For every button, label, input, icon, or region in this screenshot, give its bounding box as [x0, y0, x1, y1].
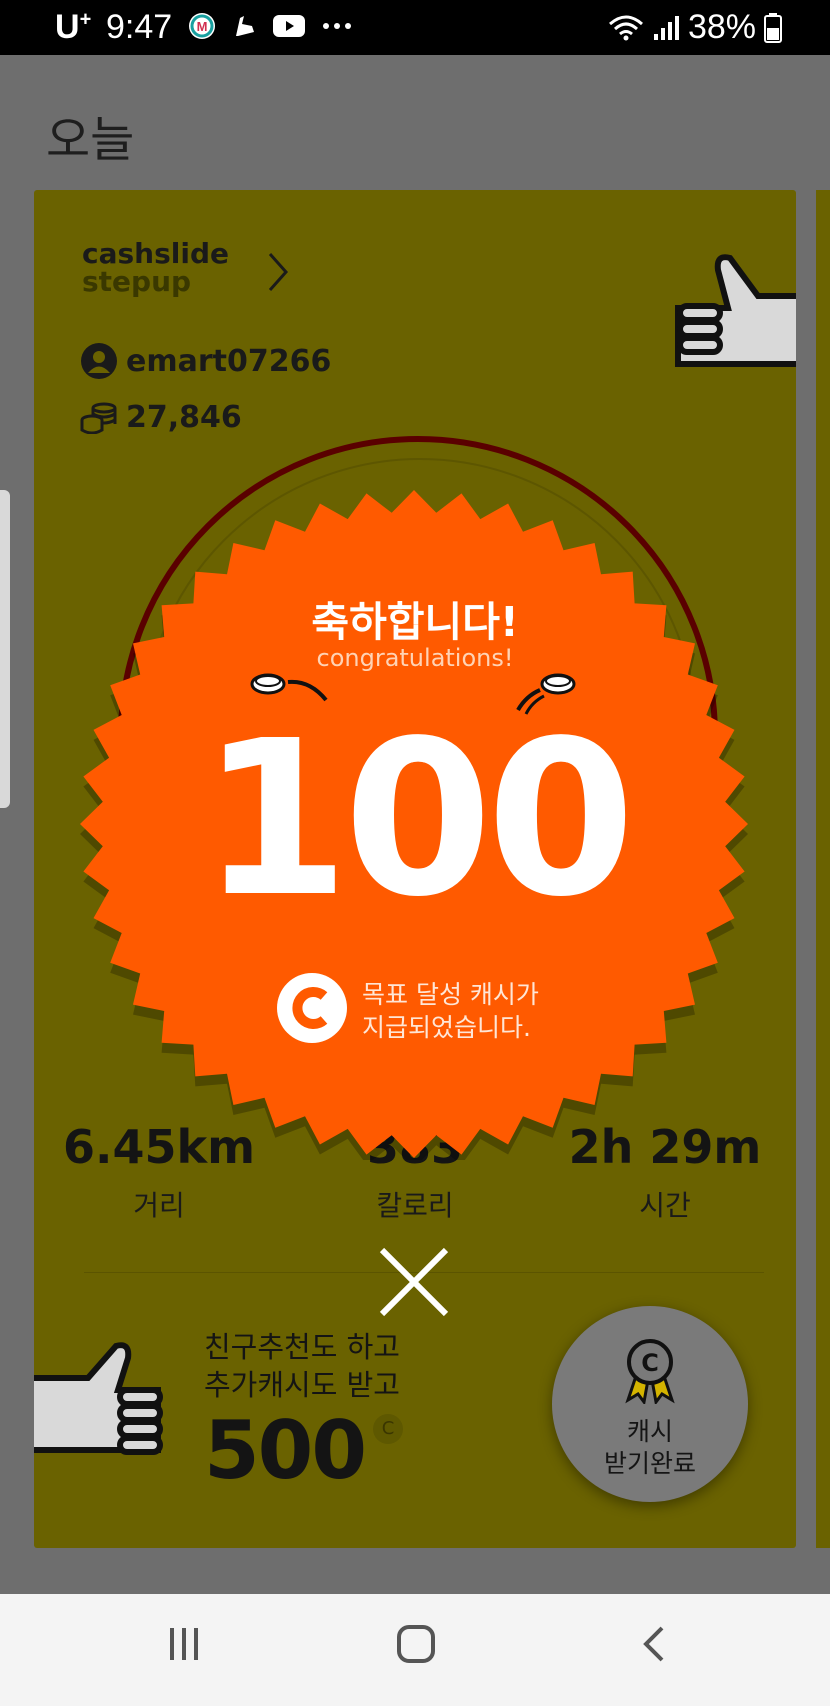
- user-avatar-icon: [81, 343, 117, 379]
- carrier-label: U+: [55, 8, 92, 46]
- claim-label-line1: 캐시: [626, 1417, 673, 1446]
- back-icon[interactable]: [634, 1624, 674, 1664]
- wifi-icon: [608, 15, 643, 40]
- system-nav-bar: [0, 1594, 830, 1706]
- claim-label-line2: 받기완료: [603, 1449, 696, 1478]
- metro-app-icon: M: [189, 13, 215, 39]
- system-status: 38%: [608, 8, 782, 47]
- recent-apps-icon[interactable]: [164, 1624, 204, 1664]
- user-info: emart07266: [80, 342, 331, 380]
- congrats-title: 축하합니다!: [311, 598, 519, 646]
- clock: 9:47: [106, 8, 173, 46]
- page-title: 오늘: [46, 112, 135, 168]
- referral-line1: 친구추천도 하고: [204, 1330, 400, 1364]
- claim-cash-button[interactable]: C 캐시 받기완료: [552, 1306, 748, 1502]
- battery-percent: 38%: [687, 8, 756, 46]
- svg-text:C: C: [641, 1349, 659, 1377]
- points-info: 27,846: [80, 400, 242, 435]
- thumbs-up-small-icon: [34, 1342, 163, 1455]
- status-bar: U+ 9:47 M 38%: [0, 0, 830, 55]
- reward-message: 목표 달성 캐시가 지급되었습니다.: [362, 980, 539, 1042]
- cash-coin-large-icon: [277, 973, 347, 1043]
- cash-coin-icon: C: [373, 1414, 403, 1444]
- home-icon[interactable]: [396, 1624, 436, 1664]
- youtube-icon: [273, 15, 305, 37]
- award-ribbon-icon: C: [625, 1339, 675, 1404]
- thumbs-up-icon: [675, 254, 796, 367]
- signal-icon: [653, 15, 679, 40]
- username: emart07266: [126, 343, 332, 379]
- battery-icon: [764, 12, 782, 43]
- referral-line2: 추가캐시도 받고: [204, 1368, 400, 1402]
- referral-amount: 500: [204, 1404, 367, 1497]
- close-icon[interactable]: [376, 1244, 452, 1320]
- shoe-app-icon: [236, 16, 254, 36]
- referral-promo[interactable]: 친구추천도 하고 추가캐시도 받고 500 C: [204, 1328, 403, 1497]
- congrats-subtitle: congratulations!: [316, 644, 514, 672]
- coins-stack-icon: [80, 402, 117, 434]
- chevron-right-icon[interactable]: [266, 250, 290, 294]
- more-notifications-icon: [323, 23, 351, 29]
- points-balance: 27,846: [126, 400, 242, 435]
- cashslide-logo[interactable]: cashslide stepup: [82, 240, 229, 296]
- svg-text:M: M: [197, 19, 208, 34]
- reward-amount: 100: [200, 695, 636, 944]
- notification-icons: M: [188, 12, 354, 40]
